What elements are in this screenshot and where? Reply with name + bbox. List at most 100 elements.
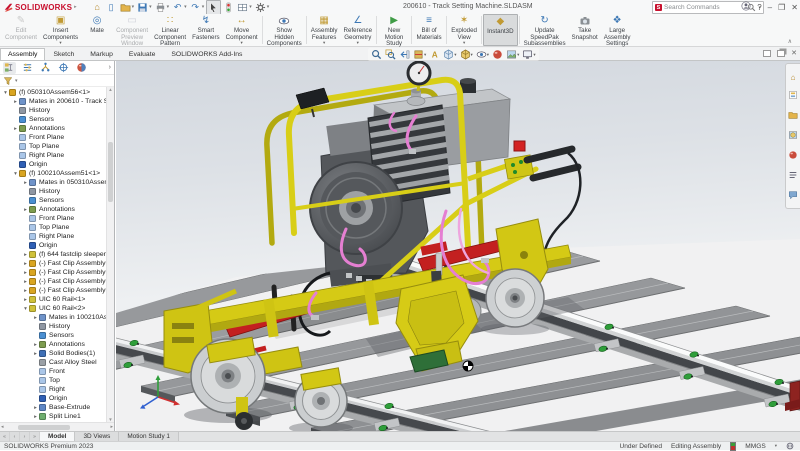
tree-item[interactable]: Front [0,367,114,376]
tree-item[interactable]: Front Plane [0,133,114,142]
show-hidden-button[interactable]: Show Hidden Components [264,14,305,46]
tree-expand-icon[interactable]: ▸ [32,405,39,411]
viewport-3d-scene[interactable] [116,61,800,431]
view-settings-button[interactable]: ▾ [522,49,535,60]
doc-tab-3d-views[interactable]: 3D Views [75,432,119,441]
bill-of-materials-button[interactable]: ≡Bill of Materials [413,14,445,46]
taskpane-file-explorer-button[interactable] [788,107,798,125]
stoplight-button[interactable] [222,1,235,14]
tree-item[interactable]: History [0,187,114,196]
filter-icon[interactable] [3,76,13,86]
save-button[interactable]: ▾ [136,1,153,14]
minimize-button[interactable]: – [768,3,772,12]
panel-tab-configurationmanager[interactable] [39,62,52,74]
new-motion-study-button[interactable]: ▶New Motion Study [378,14,410,46]
filter-dropdown-icon[interactable]: ▾ [15,78,18,84]
maximize-button[interactable]: ❐ [778,3,785,12]
insert-components-button[interactable]: ▣Insert Components▾ [40,14,81,46]
linear-pattern-button[interactable]: ∷Linear Component Pattern▾ [151,14,189,46]
tree-expand-icon[interactable]: ▸ [22,261,29,267]
tree-item[interactable]: ▸Annotations [0,124,114,133]
scroll-next-icon[interactable]: › [20,432,30,441]
help-button[interactable]: ? [757,3,761,12]
tree-expand-icon[interactable]: ▸ [22,279,29,285]
dynamic-annotations-button[interactable]: A [429,49,440,60]
new-document-button[interactable]: ▯ [105,1,118,14]
tree-expand-icon[interactable]: ▸ [12,126,19,132]
tree-expand-icon[interactable]: ▸ [32,351,39,357]
tree-expand-icon[interactable]: ▸ [22,252,29,258]
tree-item[interactable]: ▾UIC 60 Rail<2> [0,304,114,313]
tree-item[interactable]: Origin [0,394,114,403]
doc-tab-motion-study-1[interactable]: Motion Study 1 [119,432,179,441]
user-account-button[interactable] [741,1,751,13]
tree-item[interactable]: Right Plane [0,151,114,160]
take-snapshot-button[interactable]: Take Snapshot [569,14,601,46]
solidworks-logo[interactable]: SOLIDWORKS ▸ [0,3,81,12]
options-gear-button[interactable]: ▾ [254,1,271,14]
instant3d-button[interactable]: ◆Instant3D [483,14,517,46]
units-dropdown-icon[interactable]: ▾ [775,443,777,449]
scroll-first-icon[interactable]: « [0,432,10,441]
tree-expand-icon[interactable]: ▸ [22,297,29,303]
previous-view-button[interactable] [399,49,410,60]
update-speedpak-button[interactable]: ↻Update SpeedPak Subassemblies [521,14,569,46]
tree-item[interactable]: ▸Split Line1 [0,412,114,421]
tree-item[interactable]: ▸Annotations [0,205,114,214]
tree-item[interactable]: Cast Alloy Steel [0,358,114,367]
smart-fasteners-button[interactable]: ↯Smart Fasteners [189,14,223,46]
tree-item[interactable]: ▸(f) 644 fastclip sleeper<1> [0,250,114,259]
status-units[interactable]: MMGS [745,443,766,450]
help-globe-icon[interactable] [786,442,794,450]
tree-item[interactable]: ▸Solid Bodies(1) [0,349,114,358]
tree-item[interactable]: ▾(f) 050310Assem56<1> [0,88,114,97]
taskpane-design-library-button[interactable] [788,87,798,105]
scroll-last-icon[interactable]: » [30,432,40,441]
print-button[interactable]: ▾ [154,1,171,14]
tree-item[interactable]: Top Plane [0,142,114,151]
home-button[interactable]: ⌂ [91,1,104,14]
tree-expand-icon[interactable]: ▸ [22,207,29,213]
tree-item[interactable]: History [0,322,114,331]
tree-expand-icon[interactable]: ▸ [32,315,39,321]
doc-restore-icon[interactable] [777,50,785,57]
tree-expand-icon[interactable]: ▸ [32,414,39,420]
taskpane-custom-properties-button[interactable] [788,167,798,185]
taskpane-forum-button[interactable] [788,187,798,205]
zoom-to-area-button[interactable] [385,49,396,60]
panel-tab-displaymanager[interactable] [75,62,88,74]
tree-expand-icon[interactable]: ▾ [12,171,19,177]
taskpane-view-palette-button[interactable] [788,127,798,145]
tree-vertical-scrollbar[interactable]: ▲▼ [106,87,114,422]
tree-item[interactable]: ▾(f) 100210Assem51<1> [0,169,114,178]
tree-item[interactable]: Sensors [0,115,114,124]
doc-tab-model[interactable]: Model [40,432,75,441]
tree-item[interactable]: Origin [0,241,114,250]
select-button[interactable] [206,0,221,15]
tree-expand-icon[interactable]: ▸ [22,288,29,294]
tab-markup[interactable]: Markup [82,48,121,60]
tree-item[interactable]: ▸(-) Fast Clip Assembly<1> [0,259,114,268]
tree-expand-icon[interactable]: ▸ [32,342,39,348]
tree-item[interactable]: Right [0,385,114,394]
tree-expand-icon[interactable]: ▸ [12,99,19,105]
tree-item[interactable]: Top [0,376,114,385]
tree-item[interactable]: ▸UIC 60 Rail<1> [0,295,114,304]
tree-item[interactable]: ▸Annotations [0,340,114,349]
tab-evaluate[interactable]: Evaluate [121,48,163,60]
tree-horizontal-scrollbar[interactable]: ◂▸ [0,422,114,431]
move-component-button[interactable]: ↔Move Component▾ [223,14,261,46]
panel-tab-propertymanager[interactable] [21,62,34,74]
tree-item[interactable]: Top Plane [0,223,114,232]
undo-button[interactable]: ↶▾ [171,1,188,14]
edit-appearance-button[interactable] [492,49,503,60]
display-panes-button[interactable]: ▾ [236,1,253,14]
tree-item[interactable]: ▸Mates in 100210Assem51 [0,313,114,322]
doc-minimize-icon[interactable] [763,50,771,57]
open-document-button[interactable]: ▾ [119,1,136,14]
tree-expand-icon[interactable]: ▸ [22,270,29,276]
panel-tab-dimxpertmanager[interactable] [57,62,70,74]
reference-geometry-button[interactable]: ∠Reference Geometry▾ [341,14,376,46]
section-view-button[interactable]: ▾ [413,49,426,60]
component-preview-button[interactable]: ▭Component Preview Window [113,14,151,46]
